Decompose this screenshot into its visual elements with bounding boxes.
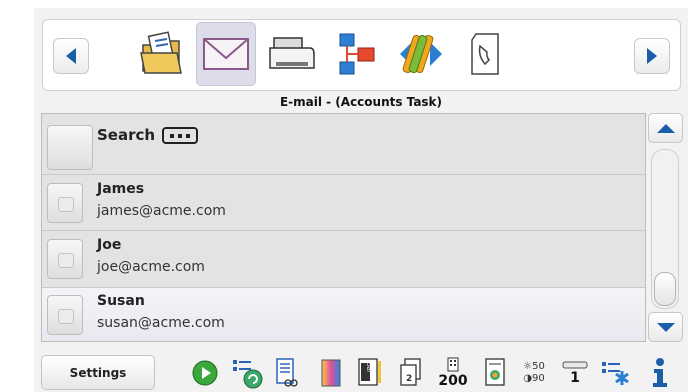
contact-name: James [97, 181, 145, 197]
envelope-icon [203, 38, 249, 70]
scroll-up-button[interactable] [648, 113, 683, 143]
duplex-status[interactable]: 2 [396, 354, 426, 392]
play-icon [192, 360, 218, 386]
network-icon [339, 33, 375, 75]
phone-icon [471, 33, 499, 75]
scroll-apps-right-button[interactable] [634, 38, 670, 74]
paper-tray-icon [562, 361, 588, 369]
arrow-down-icon [656, 322, 675, 332]
contact-email: susan@acme.com [97, 315, 225, 331]
document-stack-icon [276, 358, 298, 387]
search-row[interactable]: Search [42, 114, 645, 175]
contact-name: Joe [97, 237, 122, 253]
folder-document-icon [140, 31, 182, 74]
document-type-status[interactable] [482, 354, 508, 392]
file-format-status[interactable]: JPG [355, 354, 385, 392]
contact-list: Search James james@acme.com Joe joe@acme… [41, 113, 646, 342]
scroll-thumb[interactable] [654, 272, 676, 306]
info-icon [653, 358, 667, 387]
scroll-track[interactable] [651, 149, 679, 309]
scan-settings-status[interactable] [230, 354, 266, 392]
copies-status[interactable]: 1 [560, 354, 590, 392]
app-exchange[interactable] [391, 22, 451, 86]
search-label: Search [97, 126, 156, 144]
exchange-icon [400, 34, 442, 74]
brightness-contrast-status[interactable]: ☼50 ◑90 [514, 354, 554, 392]
resolution-status[interactable]: 200 [434, 354, 472, 392]
scroll-apps-left-button[interactable] [53, 38, 89, 74]
list-refresh-icon [233, 360, 263, 389]
app-phone[interactable] [456, 22, 516, 86]
list-asterisk-icon [602, 362, 629, 385]
scroll-down-button[interactable] [648, 312, 683, 342]
document-feed-status[interactable] [272, 354, 302, 392]
photo-document-icon [485, 358, 505, 386]
app-toolbar [42, 19, 681, 91]
brightness-row: ☼50 [523, 361, 545, 372]
app-email[interactable] [196, 22, 256, 86]
app-icon-bar [131, 22, 521, 88]
task-title: E-mail - (Accounts Task) [279, 95, 443, 109]
svg-text:2: 2 [406, 374, 412, 384]
color-gradient-icon [321, 359, 341, 387]
app-documents[interactable] [131, 22, 191, 86]
app-print[interactable] [261, 22, 321, 86]
copies-value: 1 [570, 370, 580, 386]
contrast-row: ◑90 [523, 373, 545, 384]
list-scrollbar[interactable] [648, 113, 683, 342]
contact-row[interactable]: Joe joe@acme.com [42, 231, 645, 288]
brightness-value: 50 [532, 361, 545, 372]
contact-checkbox[interactable] [47, 239, 83, 279]
arrow-up-icon [656, 123, 675, 133]
dpi-grid-icon [447, 357, 459, 372]
search-checkbox[interactable] [47, 125, 93, 170]
resolution-value: 200 [438, 373, 468, 389]
contact-name: Susan [97, 293, 145, 309]
color-mode-status[interactable] [316, 354, 346, 392]
contact-email: james@acme.com [97, 203, 226, 219]
start-button[interactable] [190, 354, 220, 392]
contact-row[interactable]: James james@acme.com [42, 175, 645, 231]
settings-button[interactable]: Settings [41, 355, 155, 390]
info-button[interactable] [645, 354, 673, 392]
keyboard-icon[interactable] [162, 127, 198, 144]
contrast-value: 90 [532, 373, 545, 384]
app-network[interactable] [326, 22, 386, 86]
svg-text:JPG: JPG [367, 362, 374, 373]
contact-checkbox[interactable] [47, 183, 83, 223]
printer-icon [269, 37, 315, 69]
contact-email: joe@acme.com [97, 259, 205, 275]
arrow-left-icon [66, 48, 76, 64]
duplex-page-icon: 2 [400, 358, 421, 386]
arrow-right-icon [647, 48, 657, 64]
contact-checkbox[interactable] [47, 295, 83, 335]
job-list-status[interactable] [600, 354, 632, 392]
contact-row[interactable]: Susan susan@acme.com [42, 288, 645, 341]
jpg-file-icon: JPG [358, 358, 381, 386]
